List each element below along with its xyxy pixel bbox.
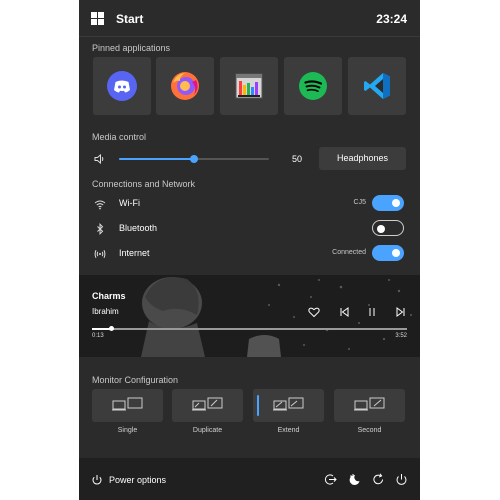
clock: 23:24 — [376, 12, 407, 26]
monitor-label: Monitor Configuration — [92, 375, 179, 385]
bluetooth-label: Bluetooth — [119, 223, 158, 233]
connection-row-internet: Internet Connected — [79, 244, 420, 264]
start-title: Start — [116, 12, 144, 26]
song-title: Charms — [92, 291, 126, 301]
active-indicator — [257, 395, 259, 416]
bluetooth-icon — [97, 223, 104, 235]
connection-row-wifi: Wi-Fi CJ5 — [79, 194, 420, 214]
monitor-option-second[interactable] — [334, 389, 405, 422]
internet-toggle[interactable] — [372, 245, 404, 261]
volume-slider[interactable] — [119, 155, 269, 163]
volume-slider-knob[interactable] — [190, 155, 198, 163]
app-tile-vscode[interactable] — [348, 57, 406, 115]
internet-label: Internet — [119, 248, 150, 258]
shutdown-icon[interactable] — [395, 473, 408, 486]
monitor-option-single[interactable] — [92, 389, 163, 422]
current-time: 0:13 — [92, 333, 104, 339]
volume-value: 50 — [292, 154, 303, 164]
wifi-status: CJ5 — [353, 199, 366, 206]
media-player: Charms Ibrahim 0:13 3:52 — [79, 275, 420, 357]
wifi-label: Wi-Fi — [119, 198, 140, 208]
wifi-icon — [94, 200, 106, 210]
audio-device-button[interactable]: Headphones — [319, 147, 406, 170]
song-artist: Ibrahim — [92, 307, 119, 316]
bluetooth-toggle[interactable] — [372, 220, 404, 236]
app-tile-spotify[interactable] — [284, 57, 342, 115]
pause-icon[interactable] — [366, 306, 378, 318]
toggle-knob — [392, 249, 400, 257]
internet-status: Connected — [332, 249, 366, 256]
start-panel: Start 23:24 Pinned applications Media co… — [79, 0, 420, 500]
monitor-option-label: Extend — [277, 427, 300, 434]
task-manager-icon — [235, 73, 263, 99]
monitor-option-extend[interactable] — [253, 389, 324, 422]
power-icon[interactable] — [91, 474, 103, 486]
app-tile-task-manager[interactable] — [220, 57, 278, 115]
playback-progress[interactable] — [92, 326, 407, 331]
app-tile-firefox[interactable] — [156, 57, 214, 115]
footer: Power options — [79, 458, 420, 500]
power-options-button[interactable]: Power options — [109, 475, 166, 485]
connection-row-bluetooth: Bluetooth — [79, 219, 420, 239]
sign-out-icon[interactable] — [324, 473, 337, 486]
vscode-icon — [364, 73, 390, 99]
windows-logo-icon — [91, 12, 105, 26]
laptop-monitor-icon — [112, 397, 143, 411]
second-screen-icon — [354, 397, 385, 411]
monitor-option-label: Single — [117, 427, 138, 434]
toggle-knob — [392, 199, 400, 207]
volume-slider-fill — [119, 158, 194, 160]
header: Start 23:24 — [79, 0, 420, 38]
heart-icon[interactable] — [308, 306, 320, 318]
media-label: Media control — [92, 132, 147, 142]
total-time: 3:52 — [395, 333, 407, 339]
monitor-option-label: Duplicate — [192, 427, 223, 434]
monitor-option-duplicate[interactable] — [172, 389, 243, 422]
duplicate-display-icon — [192, 397, 223, 411]
spotify-icon — [299, 72, 327, 100]
internet-icon — [94, 249, 106, 259]
wifi-toggle[interactable] — [372, 195, 404, 211]
app-tile-discord[interactable] — [93, 57, 151, 115]
discord-icon — [107, 71, 137, 101]
previous-track-icon[interactable] — [338, 306, 350, 318]
pinned-label: Pinned applications — [92, 43, 171, 53]
firefox-icon — [171, 72, 199, 100]
connections-label: Connections and Network — [92, 179, 196, 189]
header-divider — [79, 36, 420, 37]
sleep-icon[interactable] — [348, 473, 361, 486]
toggle-knob — [377, 225, 385, 233]
monitor-option-label: Second — [357, 427, 382, 434]
speaker-icon[interactable] — [94, 153, 106, 165]
restart-icon[interactable] — [372, 473, 385, 486]
extend-display-icon — [273, 397, 304, 411]
playback-progress-knob[interactable] — [108, 326, 114, 331]
next-track-icon[interactable] — [395, 306, 407, 318]
